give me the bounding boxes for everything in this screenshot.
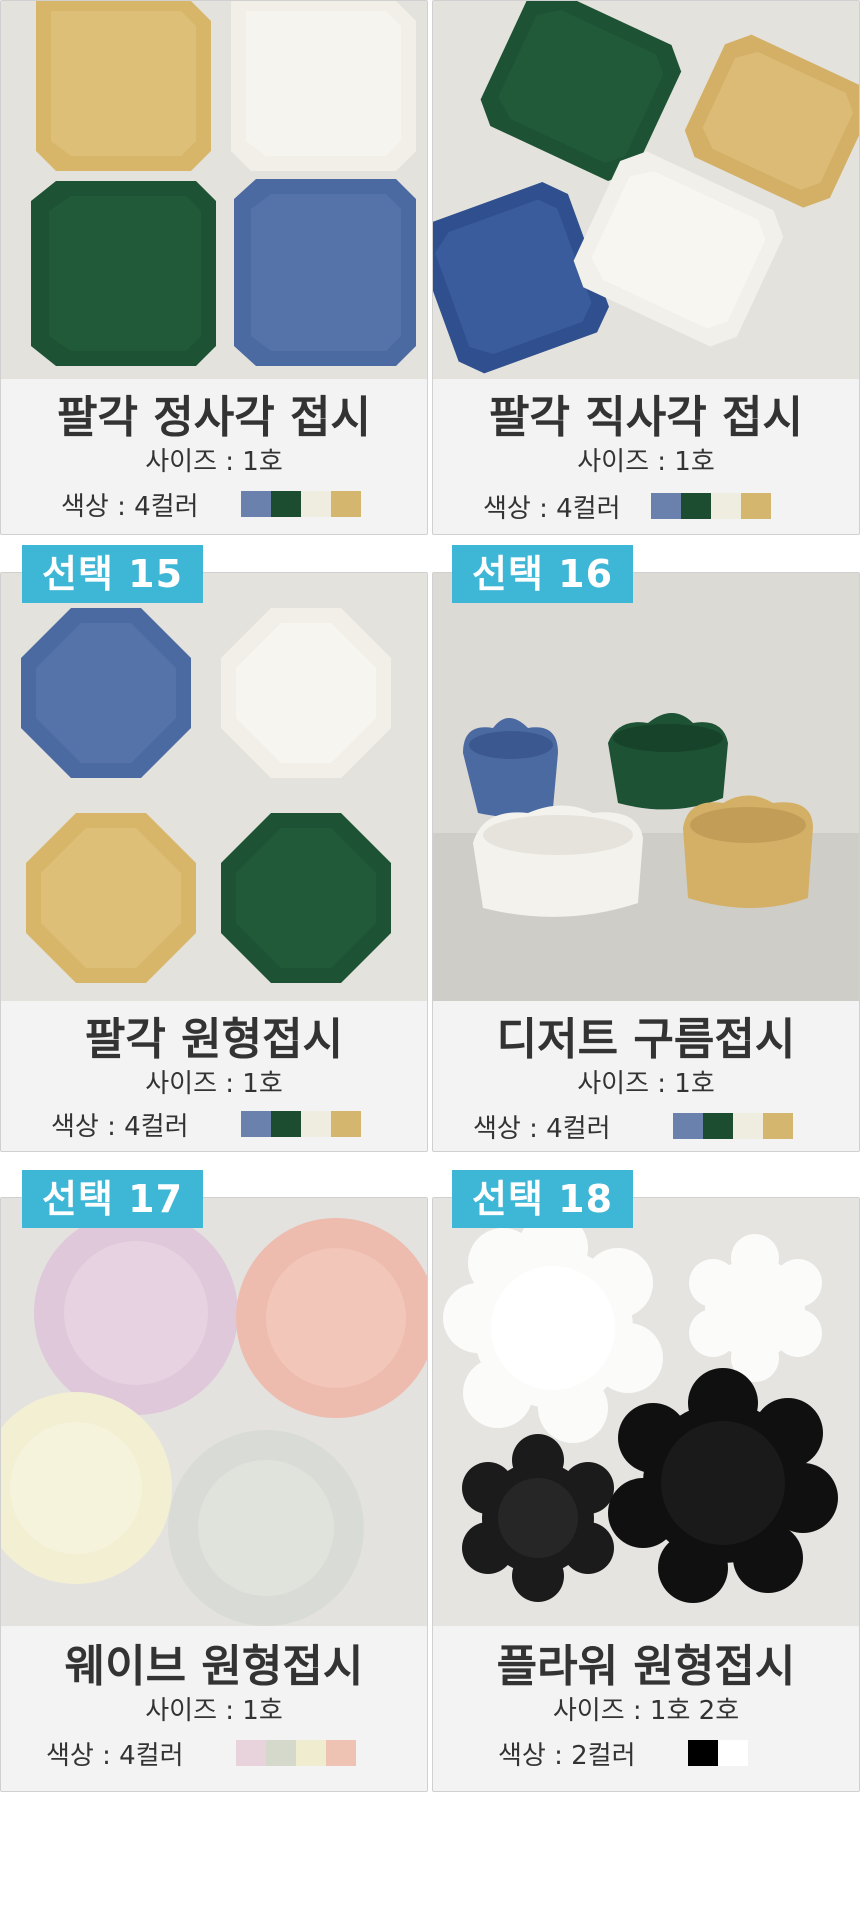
color-swatches — [236, 1740, 356, 1766]
product-color-count: 색상 : 4컬러 — [61, 492, 199, 522]
product-photo — [433, 573, 859, 1001]
color-swatch — [236, 1740, 266, 1766]
color-swatch — [741, 493, 771, 519]
color-swatch — [703, 1113, 733, 1139]
product-card[interactable]: 디저트 구름접시 사이즈 : 1호 색상 : 4컬러 — [432, 572, 860, 1152]
color-swatch — [718, 1740, 748, 1766]
product-photo — [433, 1, 859, 379]
product-photo — [1, 1198, 427, 1626]
color-swatch — [241, 491, 271, 517]
option-badge: 선택 17 — [22, 1170, 204, 1228]
color-swatch — [331, 1111, 361, 1137]
color-swatch — [296, 1740, 326, 1766]
product-size: 사이즈 : 1호 — [145, 1069, 283, 1099]
color-swatch — [711, 493, 741, 519]
product-color-count: 색상 : 4컬러 — [51, 1112, 189, 1142]
color-swatch — [651, 493, 681, 519]
product-color-count: 색상 : 4컬러 — [483, 494, 621, 524]
color-swatches — [241, 1111, 361, 1137]
color-swatch — [763, 1113, 793, 1139]
color-swatch — [681, 493, 711, 519]
product-size: 사이즈 : 1호 — [145, 1696, 283, 1726]
product-color-count: 색상 : 4컬러 — [473, 1114, 611, 1144]
product-title: 웨이브 원형접시 — [64, 1641, 364, 1692]
product-color-count: 색상 : 4컬러 — [46, 1741, 184, 1771]
product-title: 디저트 구름접시 — [496, 1014, 796, 1065]
option-badge: 선택 15 — [22, 545, 204, 603]
color-swatch — [326, 1740, 356, 1766]
option-badge: 선택 16 — [452, 545, 634, 603]
color-swatch — [301, 1111, 331, 1137]
product-title: 플라워 원형접시 — [496, 1641, 796, 1692]
product-card[interactable]: 웨이브 원형접시 사이즈 : 1호 색상 : 4컬러 — [0, 1197, 428, 1792]
product-card[interactable]: 팔각 직사각 접시 사이즈 : 1호 색상 : 4컬러 — [432, 0, 860, 535]
color-swatch — [271, 491, 301, 517]
product-title: 팔각 원형접시 — [84, 1014, 344, 1065]
product-card[interactable]: 팔각 원형접시 사이즈 : 1호 색상 : 4컬러 — [0, 572, 428, 1152]
color-swatch — [266, 1740, 296, 1766]
product-size: 사이즈 : 1호 — [145, 447, 283, 477]
color-swatch — [301, 491, 331, 517]
color-swatch — [688, 1740, 718, 1766]
product-size: 사이즈 : 1호 — [577, 447, 715, 477]
product-card[interactable]: 팔각 정사각 접시 사이즈 : 1호 색상 : 4컬러 — [0, 0, 428, 535]
product-photo — [1, 573, 427, 1001]
product-size: 사이즈 : 1호 — [577, 1069, 715, 1099]
color-swatches — [673, 1113, 793, 1139]
color-swatch — [673, 1113, 703, 1139]
product-photo — [1, 1, 427, 379]
color-swatch — [331, 491, 361, 517]
product-size: 사이즈 : 1호 2호 — [552, 1696, 740, 1726]
color-swatch — [733, 1113, 763, 1139]
product-color-count: 색상 : 2컬러 — [498, 1741, 636, 1771]
product-title: 팔각 정사각 접시 — [57, 392, 371, 443]
color-swatch — [271, 1111, 301, 1137]
product-card[interactable]: 플라워 원형접시 사이즈 : 1호 2호 색상 : 2컬러 — [432, 1197, 860, 1792]
color-swatches — [651, 493, 771, 519]
option-badge: 선택 18 — [452, 1170, 634, 1228]
color-swatches — [241, 491, 361, 517]
product-title: 팔각 직사각 접시 — [489, 392, 803, 443]
product-photo — [433, 1198, 859, 1626]
color-swatch — [241, 1111, 271, 1137]
color-swatches — [688, 1740, 748, 1766]
